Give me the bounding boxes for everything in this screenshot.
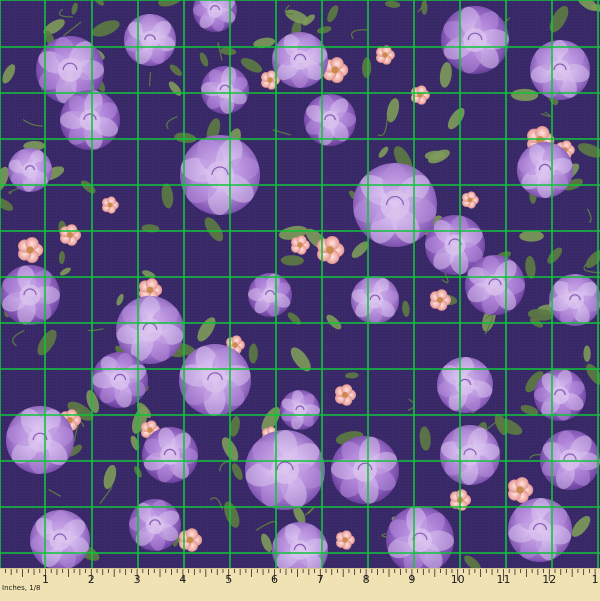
ruler-number: 5 xyxy=(225,573,232,586)
ruler-number: 9 xyxy=(408,573,415,586)
ruler-number: 11 xyxy=(497,573,511,586)
measuring-ruler: 1 2 3 4 5 6 7 8 9 10 11 12 1 Inches, 1/8 xyxy=(0,568,600,601)
ruler-number: 3 xyxy=(134,573,141,586)
ruler-number: 4 xyxy=(179,573,186,586)
ruler-number: 12 xyxy=(542,573,556,586)
ruler-number: 2 xyxy=(88,573,95,586)
ruler-number: 1 xyxy=(42,573,49,586)
ruler-number: 6 xyxy=(271,573,278,586)
ruler-number: 1 xyxy=(592,573,599,586)
ruler-number: 8 xyxy=(363,573,370,586)
fabric-swatch xyxy=(0,0,600,568)
ruler-unit-label: Inches, 1/8 xyxy=(2,584,41,592)
ruler-ticks: 1 2 3 4 5 6 7 8 9 10 11 12 1 xyxy=(5,569,599,586)
floral-pattern-image xyxy=(0,0,600,568)
ruler-number: 10 xyxy=(451,573,465,586)
ruler-number: 7 xyxy=(317,573,324,586)
